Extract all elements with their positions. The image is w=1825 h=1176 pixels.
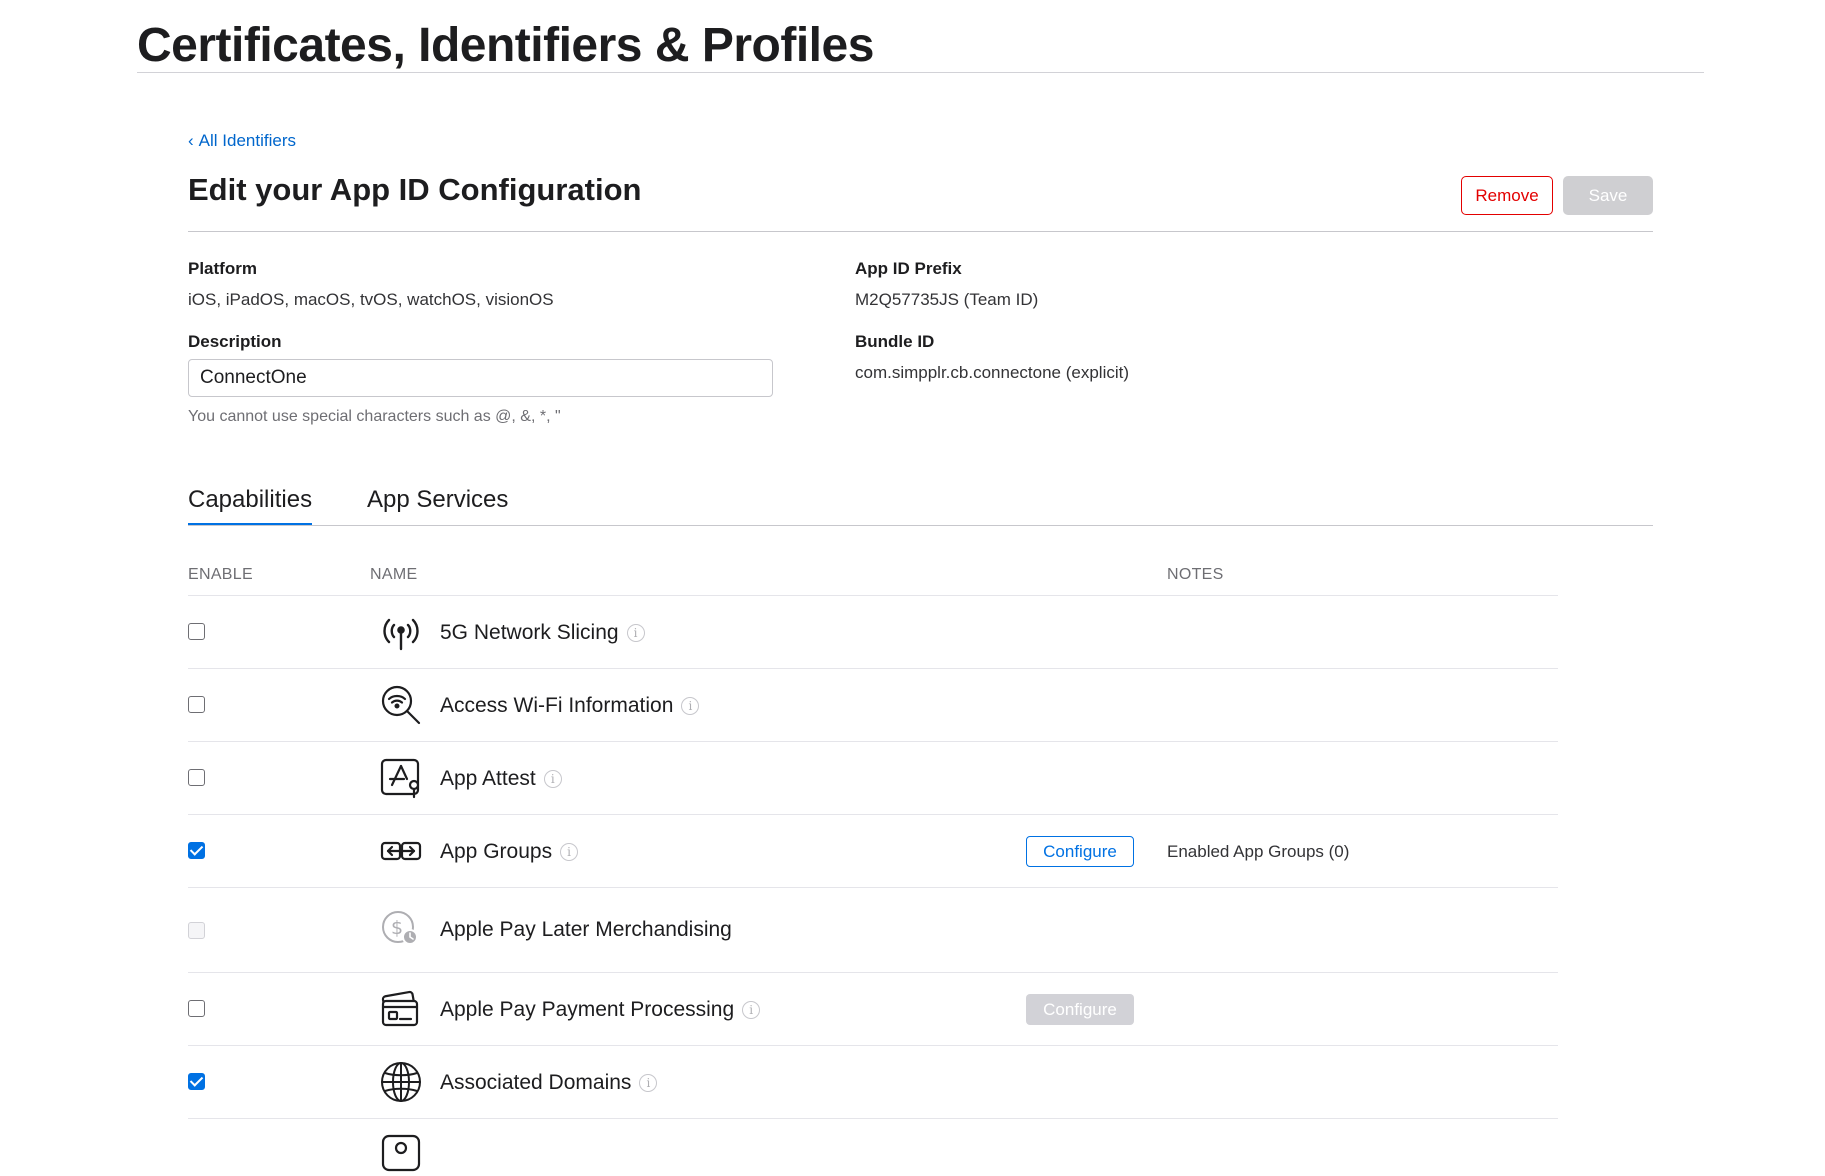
platform-label: Platform	[188, 259, 257, 278]
enable-checkbox[interactable]	[188, 769, 205, 786]
configure-button[interactable]: Configure	[1026, 836, 1134, 867]
info-icon[interactable]: i	[639, 1074, 658, 1092]
tab-app-services[interactable]: App Services	[367, 486, 508, 526]
capability-label: Access Wi-Fi Information	[440, 694, 674, 717]
capability-label: 5G Network Slicing	[440, 621, 619, 644]
chevron-left-icon: ‹	[188, 131, 194, 150]
svg-text:$: $	[391, 917, 403, 939]
app-id-prefix-value: M2Q57735JS (Team ID)	[855, 290, 1039, 309]
table-row: App Groups i Configure Enabled App Group…	[188, 814, 1558, 887]
enable-checkbox[interactable]	[188, 696, 205, 713]
column-header-enable: ENABLE	[188, 566, 253, 583]
antenna-icon	[380, 611, 422, 653]
enable-checkbox[interactable]	[188, 842, 205, 859]
tab-capabilities[interactable]: Capabilities	[188, 486, 313, 526]
capability-label: App Groups	[440, 840, 553, 863]
app-id-prefix-label: App ID Prefix	[855, 259, 962, 278]
capability-icon	[380, 1134, 422, 1176]
tabs-divider	[188, 525, 1653, 526]
back-link-label: All Identifiers	[198, 131, 296, 150]
enable-checkbox[interactable]	[188, 623, 205, 640]
table-row: Access Wi-Fi Information i	[188, 668, 1558, 741]
column-header-name: NAME	[370, 566, 418, 583]
capability-name: App Attest i	[440, 767, 562, 791]
platform-value: iOS, iPadOS, macOS, tvOS, watchOS, visio…	[188, 290, 554, 309]
enable-checkbox[interactable]	[188, 1000, 205, 1017]
enable-checkbox[interactable]	[188, 922, 205, 939]
app-attest-icon	[380, 757, 422, 799]
page-title: Certificates, Identifiers & Profiles	[137, 19, 874, 72]
apple-pay-later-icon: $	[380, 908, 422, 950]
bundle-id-value: com.simpplr.cb.connectone (explicit)	[855, 363, 1130, 382]
capability-label: Apple Pay Later Merchandising	[440, 918, 732, 941]
info-icon[interactable]: i	[560, 843, 579, 861]
capability-name: App Groups i	[440, 840, 579, 864]
info-icon[interactable]: i	[681, 697, 700, 715]
remove-button[interactable]: Remove	[1461, 176, 1553, 215]
section-title: Edit your App ID Configuration	[188, 172, 642, 207]
info-icon[interactable]: i	[626, 624, 645, 642]
capability-name: Apple Pay Later Merchandising	[440, 918, 732, 942]
description-label: Description	[188, 332, 282, 351]
wifi-search-icon	[380, 684, 422, 726]
header-divider	[188, 231, 1653, 232]
table-row	[188, 1118, 1558, 1172]
configure-button[interactable]: Configure	[1026, 994, 1134, 1025]
capability-label: Associated Domains	[440, 1071, 632, 1094]
title-divider	[137, 72, 1704, 73]
table-row: Associated Domains i	[188, 1045, 1558, 1118]
app-groups-icon	[380, 830, 422, 872]
capability-label: Apple Pay Payment Processing	[440, 998, 735, 1021]
capability-name: Access Wi-Fi Information i	[440, 694, 700, 718]
table-row: App Attest i	[188, 741, 1558, 814]
capability-name: Associated Domains i	[440, 1071, 658, 1095]
table-row: $ Apple Pay Later Merchandising	[188, 887, 1558, 972]
description-hint: You cannot use special characters such a…	[188, 408, 561, 425]
column-header-notes: NOTES	[1167, 566, 1224, 583]
table-row: 5G Network Slicing i	[188, 595, 1558, 668]
save-button[interactable]: Save	[1563, 176, 1653, 215]
description-field[interactable]	[188, 359, 773, 397]
info-icon[interactable]: i	[742, 1001, 761, 1019]
apple-pay-cards-icon	[380, 988, 422, 1030]
info-icon[interactable]: i	[543, 770, 562, 788]
bundle-id-label: Bundle ID	[855, 332, 935, 351]
all-identifiers-link[interactable]: ‹ All Identifiers	[188, 131, 296, 151]
table-row: Apple Pay Payment Processing i Configure	[188, 972, 1558, 1045]
enable-checkbox[interactable]	[188, 1073, 205, 1090]
capability-label: App Attest	[440, 767, 536, 790]
globe-icon	[380, 1061, 422, 1103]
capability-note: Enabled App Groups (0)	[1167, 842, 1350, 861]
capability-name: 5G Network Slicing i	[440, 621, 645, 645]
capability-name: Apple Pay Payment Processing i	[440, 998, 761, 1022]
